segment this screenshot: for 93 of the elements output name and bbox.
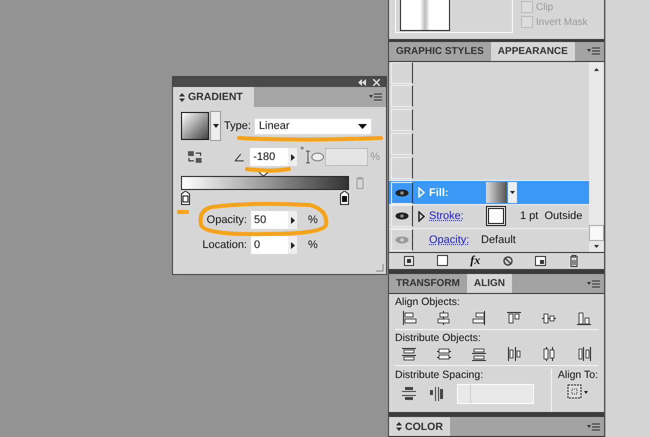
panel-tab[interactable]: COLOR xyxy=(389,417,450,436)
percent-sign: % xyxy=(308,214,318,226)
color-stop[interactable] xyxy=(340,191,349,205)
visibility-box[interactable] xyxy=(391,85,413,108)
panel-title: GRADIENT xyxy=(188,91,243,103)
aspect-ratio-icon xyxy=(306,150,324,164)
attribute-label[interactable]: Stroke: xyxy=(429,210,477,222)
type-dropdown[interactable]: Linear xyxy=(254,118,372,134)
stepper-arrow-icon[interactable] xyxy=(291,242,295,248)
caret-icon xyxy=(212,124,218,128)
stroke-value: 1 pt Outside xyxy=(520,210,582,222)
opacity-field[interactable]: 50 xyxy=(251,211,297,229)
gradient-swatch[interactable] xyxy=(181,112,209,140)
collapse-arrows-icon[interactable] xyxy=(179,92,185,102)
menu-icon[interactable] xyxy=(587,422,600,431)
annotation-underline xyxy=(177,210,189,214)
align-left-icon[interactable] xyxy=(401,310,417,326)
angle-field[interactable]: -180 xyxy=(250,148,298,166)
swatch-dropdown[interactable] xyxy=(210,111,221,141)
scroll-down-icon[interactable] xyxy=(594,244,599,248)
menu-icon[interactable] xyxy=(369,93,382,101)
checkbox-label: Clip xyxy=(536,2,554,12)
menu-icon[interactable] xyxy=(587,280,600,288)
scrollbar[interactable] xyxy=(589,62,604,252)
vertical-spacing-icon[interactable] xyxy=(401,386,417,402)
section-label: Distribute Objects: xyxy=(395,332,482,344)
gradient-swatch[interactable] xyxy=(486,182,507,204)
layer-square-icon[interactable] xyxy=(404,256,414,266)
collapse-arrows-icon[interactable] xyxy=(396,422,402,432)
checkbox-label: Invert Mask xyxy=(536,16,588,28)
clear-icon[interactable] xyxy=(502,256,513,266)
distribute-center-icon[interactable] xyxy=(436,346,452,362)
distribute-right-icon[interactable] xyxy=(576,346,592,362)
align-top-icon[interactable] xyxy=(506,310,522,326)
visibility-box[interactable] xyxy=(391,132,413,155)
angle-icon xyxy=(234,152,244,162)
visibility-box[interactable] xyxy=(391,62,413,84)
resize-grip-icon[interactable] xyxy=(375,263,384,272)
close-icon[interactable] xyxy=(373,78,380,86)
eye-icon[interactable] xyxy=(395,212,409,220)
expand-triangle-icon[interactable] xyxy=(418,210,425,222)
section-label: Distribute Spacing: xyxy=(395,369,484,382)
checkbox[interactable] xyxy=(521,1,533,13)
appearance-row[interactable]: Stroke: 1 pt Outside xyxy=(389,204,589,228)
reverse-gradient-icon[interactable] xyxy=(187,150,203,164)
gradient-ramp[interactable] xyxy=(181,176,349,190)
section-label: Align Objects: xyxy=(395,296,461,308)
aspect-ratio-field[interactable] xyxy=(325,148,368,166)
percent-sign: % xyxy=(308,239,318,251)
type-label: Type: xyxy=(224,120,251,132)
distribute-top-icon[interactable] xyxy=(401,346,417,362)
caret-icon xyxy=(358,124,367,128)
opacity-value: Default xyxy=(481,234,516,246)
align-right-icon[interactable] xyxy=(471,310,487,326)
checkbox[interactable] xyxy=(521,16,533,28)
caret-icon xyxy=(510,191,515,194)
stepper-arrow-icon[interactable] xyxy=(291,216,295,224)
duplicate-icon[interactable] xyxy=(535,256,546,266)
effects-button[interactable]: fx xyxy=(470,253,480,268)
distribute-hcenter-icon[interactable] xyxy=(541,346,557,362)
trash-icon[interactable] xyxy=(568,254,579,267)
visibility-box[interactable] xyxy=(391,156,413,179)
distribute-bottom-icon[interactable] xyxy=(471,346,487,362)
visibility-box[interactable] xyxy=(391,109,413,132)
distribute-left-icon[interactable] xyxy=(506,346,522,362)
panel-title: COLOR xyxy=(405,420,443,433)
degree-sign: ° xyxy=(300,145,304,155)
opacity-label: Opacity: xyxy=(206,214,247,226)
panel-tab[interactable]: GRADIENT xyxy=(173,87,254,107)
appearance-row[interactable]: Opacity: Default xyxy=(389,228,589,252)
panel-tab[interactable]: ALIGN xyxy=(466,274,512,294)
stroke-swatch[interactable] xyxy=(486,206,506,226)
align-center-icon[interactable] xyxy=(436,310,452,326)
location-field[interactable]: 0 xyxy=(251,236,297,254)
swatch-dropdown[interactable] xyxy=(508,182,517,204)
stepper-arrow-icon[interactable] xyxy=(291,154,296,160)
spacing-field[interactable] xyxy=(457,384,534,404)
menu-icon[interactable] xyxy=(587,47,600,56)
percent-sign: % xyxy=(370,151,380,163)
scroll-up-icon[interactable] xyxy=(594,68,599,71)
section-label: Align To: xyxy=(558,369,598,382)
location-label: Location: xyxy=(201,239,247,251)
annotation-underline xyxy=(245,167,291,172)
square-icon[interactable] xyxy=(436,255,448,266)
align-to-selection-icon[interactable] xyxy=(566,384,589,400)
mask-thumbnail[interactable] xyxy=(400,0,450,31)
attribute-label[interactable]: Opacity: xyxy=(429,234,477,246)
scroll-thumb[interactable] xyxy=(589,224,604,241)
panel-tab[interactable]: APPEARANCE xyxy=(490,42,575,61)
eye-icon[interactable] xyxy=(395,188,409,197)
color-stop[interactable] xyxy=(181,191,190,205)
align-bottom-icon[interactable] xyxy=(576,310,592,326)
horizontal-spacing-icon[interactable] xyxy=(429,386,445,402)
